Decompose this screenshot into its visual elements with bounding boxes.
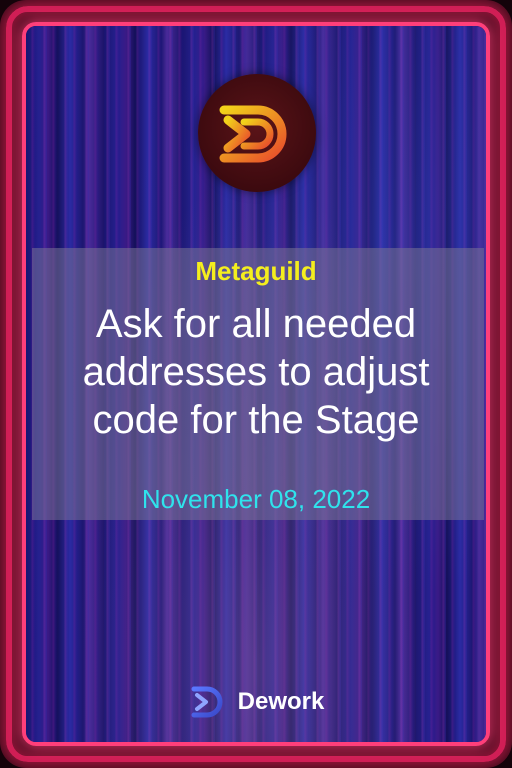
dework-brand: Dework	[0, 682, 512, 722]
dework-logo-icon	[191, 686, 223, 718]
metaguild-logo-icon	[198, 74, 316, 192]
task-title: Ask for all needed addresses to adjust c…	[82, 302, 430, 442]
task-card: Metaguild Ask for all needed addresses t…	[0, 0, 512, 768]
task-date: November 08, 2022	[141, 484, 371, 514]
brand-name: Dework	[237, 688, 325, 715]
organization-name: Metaguild	[195, 256, 317, 286]
